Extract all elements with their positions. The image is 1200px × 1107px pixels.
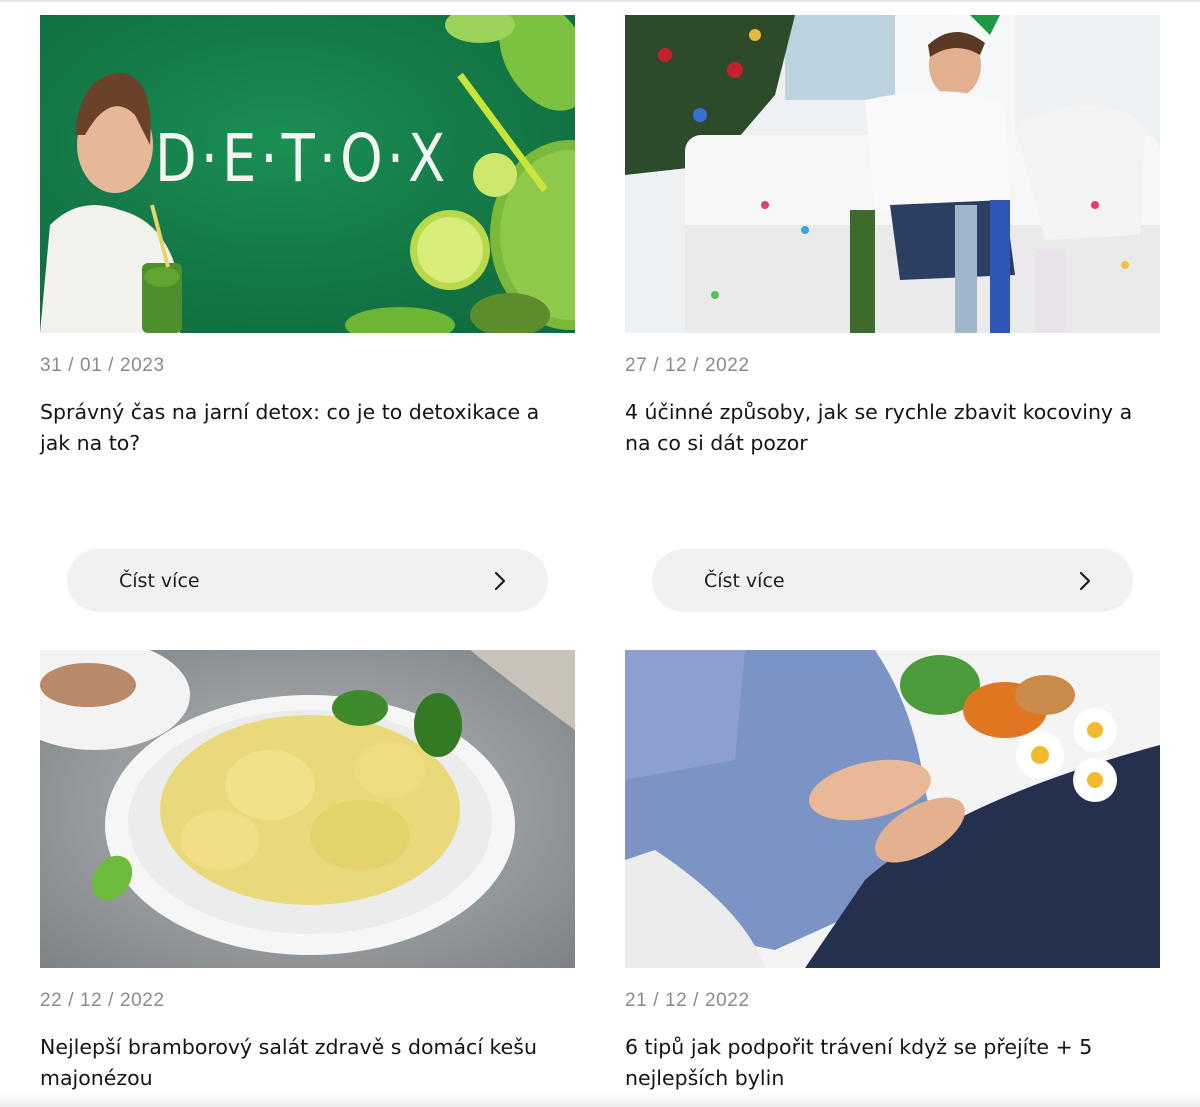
article-image-potato-salad[interactable] bbox=[40, 650, 575, 968]
read-more-button[interactable]: Číst více bbox=[652, 549, 1133, 612]
article-date: 31 / 01 / 2023 bbox=[40, 355, 165, 376]
article-title[interactable]: Správný čas na jarní detox: co je to det… bbox=[40, 397, 575, 459]
read-more-label: Číst více bbox=[704, 569, 785, 592]
read-more-label: Číst více bbox=[119, 569, 200, 592]
detox-image-caption: D·E·T·O·X bbox=[155, 120, 450, 197]
top-divider bbox=[0, 0, 1200, 2]
article-date: 27 / 12 / 2022 bbox=[625, 355, 750, 376]
digestion-illustration bbox=[625, 650, 1160, 968]
potato-salad-illustration bbox=[40, 650, 575, 968]
article-card-potato-salad: 22 / 12 / 2022 Nejlepší bramborový salát… bbox=[40, 650, 575, 1094]
article-card-hangover: 27 / 12 / 2022 4 účinné způsoby, jak se … bbox=[625, 15, 1160, 612]
article-image-hangover[interactable] bbox=[625, 15, 1160, 333]
article-image-digestion[interactable] bbox=[625, 650, 1160, 968]
chevron-right-icon bbox=[494, 571, 506, 590]
chevron-right-icon bbox=[1079, 571, 1091, 590]
article-card-detox: D·E·T·O·X 31 / 01 / 2023 Správný čas na … bbox=[40, 15, 575, 612]
bottom-fade bbox=[0, 1092, 1200, 1107]
article-title[interactable]: 4 účinné způsoby, jak se rychle zbavit k… bbox=[625, 397, 1160, 459]
article-card-digestion: 21 / 12 / 2022 6 tipů jak podpořit tráve… bbox=[625, 650, 1160, 1094]
read-more-button[interactable]: Číst více bbox=[67, 549, 548, 612]
article-title[interactable]: Nejlepší bramborový salát zdravě s domác… bbox=[40, 1032, 575, 1094]
article-date: 21 / 12 / 2022 bbox=[625, 990, 750, 1011]
article-title[interactable]: 6 tipů jak podpořit trávení když se přej… bbox=[625, 1032, 1160, 1094]
article-date: 22 / 12 / 2022 bbox=[40, 990, 165, 1011]
hangover-illustration bbox=[625, 15, 1160, 333]
article-image-detox[interactable]: D·E·T·O·X bbox=[40, 15, 575, 333]
